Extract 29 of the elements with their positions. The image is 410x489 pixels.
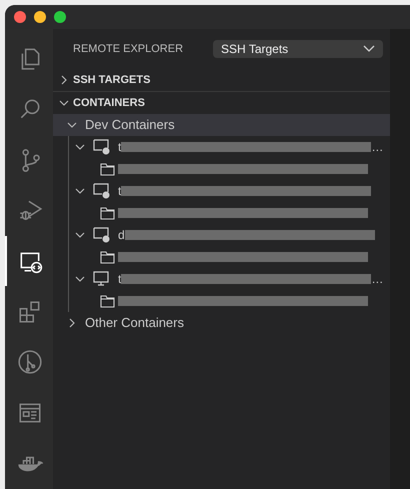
folder-icon: [100, 206, 115, 220]
chevron-right-icon: [67, 318, 77, 328]
container-name[interactable]: t: [118, 182, 122, 200]
panel-title: REMOTE EXPLORER: [73, 42, 184, 57]
section-header[interactable]: SSH TARGETS: [53, 69, 390, 91]
view-dropdown[interactable]: SSH Targets: [213, 40, 384, 58]
zoom-button[interactable]: [54, 11, 66, 23]
pull-request-icon: [17, 349, 43, 376]
tree-item[interactable]: Dev Containers: [53, 114, 390, 136]
chevron-down-icon: [67, 120, 77, 130]
folder-icon: [100, 162, 115, 176]
chevron-down-icon: [363, 45, 376, 53]
ellipsis-text: …: [371, 271, 384, 288]
ellipsis-text: …: [371, 139, 384, 156]
section-header[interactable]: CONTAINERS: [53, 92, 390, 114]
close-button[interactable]: [14, 11, 26, 23]
container-name[interactable]: t: [118, 138, 122, 156]
container-name[interactable]: d: [118, 226, 125, 244]
tree-item[interactable]: Other Containers: [53, 312, 390, 334]
chevron-down-icon: [75, 142, 85, 152]
chevron-down-icon: [59, 98, 69, 108]
chevron-right-icon: [59, 75, 69, 85]
container-name[interactable]: t: [118, 270, 122, 288]
chevron-down-icon: [75, 274, 85, 284]
chevron-down-icon: [75, 230, 85, 240]
folder-icon: [100, 294, 115, 308]
chevron-down-icon: [75, 186, 85, 196]
folder-icon: [100, 250, 115, 264]
minimize-button[interactable]: [34, 11, 46, 23]
